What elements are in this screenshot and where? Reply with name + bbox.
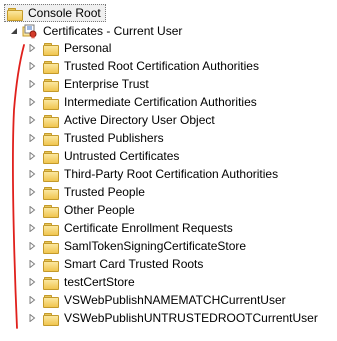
tree-item-label: VSWebPublishUNTRUSTEDROOTCurrentUser bbox=[64, 311, 318, 325]
collapsed-arrow-icon[interactable] bbox=[28, 98, 36, 106]
tree-item[interactable]: Third-Party Root Certification Authoriti… bbox=[28, 165, 278, 183]
collapsed-arrow-icon[interactable] bbox=[28, 206, 36, 214]
tree-item-label: Certificate Enrollment Requests bbox=[64, 221, 233, 235]
folder-icon bbox=[43, 78, 59, 92]
tree-item-label: Personal bbox=[64, 41, 112, 55]
folder-icon bbox=[43, 294, 59, 308]
collapsed-arrow-icon[interactable] bbox=[28, 278, 36, 286]
expanded-arrow-icon[interactable] bbox=[10, 27, 18, 35]
folder-icon bbox=[43, 186, 59, 200]
tree-item[interactable]: Untrusted Certificates bbox=[28, 147, 179, 165]
tree-item[interactable]: Active Directory User Object bbox=[28, 111, 215, 129]
collapsed-arrow-icon[interactable] bbox=[28, 80, 36, 88]
tree-item[interactable]: Trusted Publishers bbox=[28, 129, 164, 147]
collapsed-arrow-icon[interactable] bbox=[28, 152, 36, 160]
collapsed-arrow-icon[interactable] bbox=[28, 314, 36, 322]
tree-item[interactable]: Trusted People bbox=[28, 183, 145, 201]
console-root-selection[interactable]: Console Root bbox=[4, 4, 106, 22]
tree-item-label: Active Directory User Object bbox=[64, 113, 215, 127]
tree-item-certificates-current-user[interactable]: Certificates - Current User bbox=[10, 22, 182, 40]
tree-item[interactable]: Smart Card Trusted Roots bbox=[28, 255, 203, 273]
console-root-label: Console Root bbox=[28, 6, 101, 20]
tree-item-console-root[interactable]: Console Root bbox=[4, 4, 106, 22]
collapsed-arrow-icon[interactable] bbox=[28, 116, 36, 124]
collapsed-arrow-icon[interactable] bbox=[28, 260, 36, 268]
tree-item-label: Other People bbox=[64, 203, 135, 217]
folder-icon bbox=[43, 276, 59, 290]
folder-icon bbox=[43, 114, 59, 128]
folder-icon bbox=[43, 312, 59, 326]
folder-icon bbox=[43, 258, 59, 272]
tree-item[interactable]: VSWebPublishNAMEMATCHCurrentUser bbox=[28, 291, 286, 309]
tree-item[interactable]: Certificate Enrollment Requests bbox=[28, 219, 233, 237]
certificates-current-user-label: Certificates - Current User bbox=[43, 24, 183, 38]
tree-item-label: SamlTokenSigningCertificateStore bbox=[64, 239, 247, 253]
tree-item[interactable]: Other People bbox=[28, 201, 135, 219]
collapsed-arrow-icon[interactable] bbox=[28, 242, 36, 250]
folder-icon bbox=[43, 42, 59, 56]
tree-item-label: Smart Card Trusted Roots bbox=[64, 257, 204, 271]
folder-icon bbox=[7, 7, 23, 21]
tree-item-label: Trusted People bbox=[64, 185, 145, 199]
tree-item[interactable]: Personal bbox=[28, 39, 111, 57]
folder-icon bbox=[43, 60, 59, 74]
collapsed-arrow-icon[interactable] bbox=[28, 296, 36, 304]
collapsed-arrow-icon[interactable] bbox=[28, 224, 36, 232]
tree-item[interactable]: Trusted Root Certification Authorities bbox=[28, 57, 259, 75]
collapsed-arrow-icon[interactable] bbox=[28, 170, 36, 178]
folder-icon bbox=[43, 204, 59, 218]
tree-item[interactable]: testCertStore bbox=[28, 273, 135, 291]
tree-item-label: Untrusted Certificates bbox=[64, 149, 180, 163]
folder-icon bbox=[43, 222, 59, 236]
tree-item-label: Trusted Publishers bbox=[64, 131, 164, 145]
tree-item[interactable]: Enterprise Trust bbox=[28, 75, 149, 93]
tree-item-label: Trusted Root Certification Authorities bbox=[64, 59, 259, 73]
console-tree: Console Root Certificates - Current User… bbox=[0, 0, 337, 341]
folder-icon bbox=[43, 96, 59, 110]
folder-icon bbox=[43, 150, 59, 164]
tree-item-label: Third-Party Root Certification Authoriti… bbox=[64, 167, 279, 181]
tree-item[interactable]: VSWebPublishUNTRUSTEDROOTCurrentUser bbox=[28, 309, 318, 327]
collapsed-arrow-icon[interactable] bbox=[28, 44, 36, 52]
folder-icon bbox=[43, 168, 59, 182]
tree-item[interactable]: Intermediate Certification Authorities bbox=[28, 93, 257, 111]
tree-item-label: testCertStore bbox=[64, 275, 135, 289]
certificate-store-icon bbox=[22, 24, 38, 39]
tree-item-label: Intermediate Certification Authorities bbox=[64, 95, 257, 109]
collapsed-arrow-icon[interactable] bbox=[28, 134, 36, 142]
folder-icon bbox=[43, 240, 59, 254]
folder-icon bbox=[43, 132, 59, 146]
collapsed-arrow-icon[interactable] bbox=[28, 188, 36, 196]
collapsed-arrow-icon[interactable] bbox=[28, 62, 36, 70]
tree-item[interactable]: SamlTokenSigningCertificateStore bbox=[28, 237, 246, 255]
tree-item-label: Enterprise Trust bbox=[64, 77, 149, 91]
tree-item-label: VSWebPublishNAMEMATCHCurrentUser bbox=[64, 293, 286, 307]
